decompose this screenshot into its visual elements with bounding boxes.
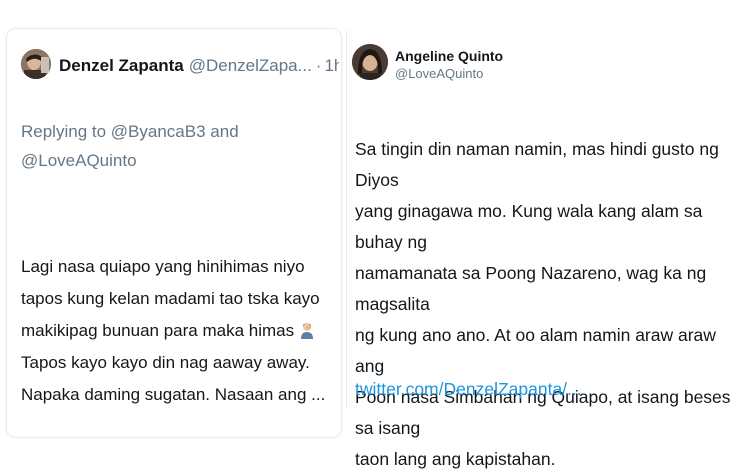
replying-to-label: Replying to bbox=[21, 122, 107, 141]
tweet-line: yang ginagawa mo. Kung wala kang alam sa… bbox=[355, 201, 703, 252]
tweet-line: Napaka daming sugatan. Nasaan ang ... bbox=[21, 385, 326, 404]
mention-loveaquinto[interactable]: @LoveAQuinto bbox=[21, 151, 137, 170]
tweet-header-denzel: Denzel Zapanta @DenzelZapa... · 1h bbox=[59, 55, 339, 77]
tweet-line: ng kung ano ano. At oo alam namin araw a… bbox=[355, 325, 716, 376]
header-separator: · bbox=[315, 56, 322, 75]
author-handle-angeline[interactable]: @LoveAQuinto bbox=[395, 66, 483, 81]
avatar-denzel-image bbox=[21, 49, 51, 79]
tweet-card-denzel[interactable]: Denzel Zapanta @DenzelZapa... · 1h Replying… bbox=[6, 28, 342, 438]
collage-canvas: Denzel Zapanta @DenzelZapa... · 1h Replying… bbox=[0, 0, 750, 469]
author-name-denzel[interactable]: Denzel Zapanta bbox=[59, 56, 184, 75]
replying-to-line: Replying to @ByancaB3 and @LoveAQuinto bbox=[21, 117, 341, 175]
mention-byanca[interactable]: @ByancaB3 bbox=[111, 122, 206, 141]
tweet-body-angeline: Sa tingin din naman namin, mas hindi gus… bbox=[355, 134, 743, 475]
tweet-line: Sa tingin din naman namin, mas hindi gus… bbox=[355, 139, 719, 190]
tweet-line: Tapos kayo kayo din nag aaway away. bbox=[21, 353, 310, 372]
avatar-angeline-image bbox=[352, 44, 388, 80]
replying-to-joiner: and bbox=[210, 122, 239, 141]
tweet-line: Lagi nasa quiapo yang hinihimas niyo bbox=[21, 257, 305, 276]
tweet-line: makikipag bunuan para maka himas bbox=[21, 321, 295, 340]
tweet-line: taon lang ang kapistahan. bbox=[355, 449, 556, 469]
tweet-line: namamanata sa Poong Nazareno, wag ka ng … bbox=[355, 263, 707, 314]
author-handle-denzel[interactable]: @DenzelZapa... bbox=[189, 56, 312, 75]
author-name-angeline[interactable]: Angeline Quinto bbox=[395, 48, 503, 64]
tweet-card-angeline[interactable]: Angeline Quinto @LoveAQuinto Sa tingin d… bbox=[346, 30, 744, 469]
person-facepalming-icon bbox=[298, 318, 316, 339]
tweet-line: tapos kung kelan madami tao tska kayo bbox=[21, 289, 320, 308]
tweet-link[interactable]: twitter.com/DenzelZapanta/... bbox=[355, 374, 582, 405]
tweet-body-denzel: Lagi nasa quiapo yang hinihimas niyo tap… bbox=[21, 251, 343, 411]
avatar-denzel[interactable] bbox=[21, 49, 51, 79]
tweet-timestamp[interactable]: 1h bbox=[324, 56, 339, 75]
avatar-angeline[interactable] bbox=[352, 44, 388, 80]
